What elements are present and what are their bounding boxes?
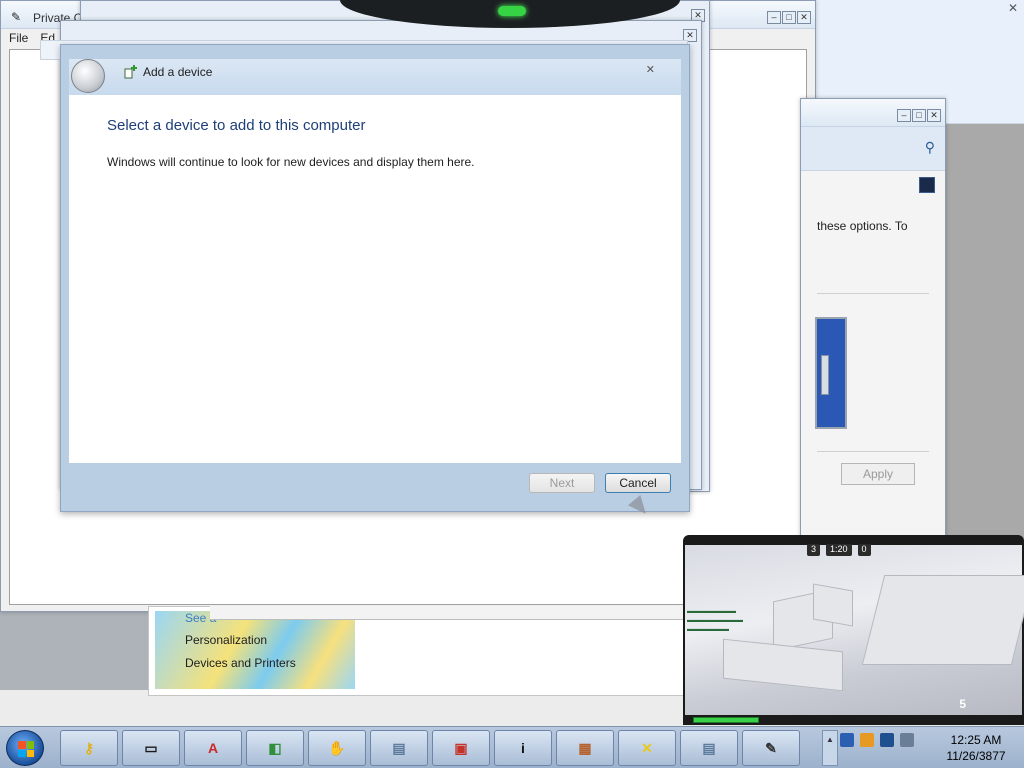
wizard-title: Add a device: [143, 65, 213, 79]
x-app-icon: ✕: [641, 740, 653, 756]
scene-block: [813, 583, 853, 627]
system-tray: [840, 733, 914, 747]
devices-and-printers-link[interactable]: Devices and Printers: [185, 656, 296, 670]
back-button[interactable]: [71, 59, 105, 93]
ammo-count: 5: [959, 697, 966, 711]
health-bar: [693, 717, 759, 723]
close-button[interactable]: ✕: [797, 11, 811, 24]
options-text: these options. To: [817, 219, 908, 233]
hud-score: 3: [807, 544, 821, 556]
screen-preview: [815, 317, 847, 429]
close-icon[interactable]: ✕: [646, 63, 655, 76]
wizard-footer: Next Cancel: [69, 463, 681, 503]
hand-icon: ✋: [328, 740, 346, 756]
hud-timer: 1:20: [826, 544, 852, 556]
clock-date: 11/26/3877: [946, 749, 1006, 763]
scene-block: [861, 575, 1024, 665]
monitor-tray-icon[interactable]: [880, 733, 894, 747]
start-button[interactable]: [6, 730, 44, 766]
taskbar-button[interactable]: ▤: [370, 730, 428, 766]
document-icon-2: ▤: [702, 740, 716, 756]
clock-time: 12:25 AM: [950, 733, 1002, 747]
status-led: [498, 6, 526, 16]
taskbar-button[interactable]: ▦: [556, 730, 614, 766]
close-icon[interactable]: ✕: [1006, 2, 1020, 16]
personalization-link[interactable]: Personalization: [185, 633, 267, 647]
divider: [817, 293, 929, 294]
help-icon[interactable]: [919, 177, 935, 193]
cancel-button[interactable]: Cancel: [605, 473, 671, 493]
bricks-globe-icon: ▦: [578, 740, 592, 756]
taskbar: ⚷ ▭ A ◧ ✋ ▤ ▣ i ▦ ✕ ▤ ✎ ▲ 12:25 AM 11/26/3877: [0, 726, 1024, 768]
taskbar-button[interactable]: ✕: [618, 730, 676, 766]
taskbar-button[interactable]: ▭: [122, 730, 180, 766]
game-hud: 3 1:20 0: [807, 544, 871, 556]
maximize-button[interactable]: □: [912, 109, 926, 122]
toolbox-icon: ▣: [454, 740, 468, 756]
tray-app-icon[interactable]: [860, 733, 874, 747]
control-panel-title-bar[interactable]: – □ ✕: [801, 99, 945, 127]
paint-app-icon: ✎: [11, 10, 22, 24]
taskbar-button[interactable]: ▤: [680, 730, 738, 766]
apply-button[interactable]: Apply: [841, 463, 915, 485]
paint-icon: ◧: [268, 740, 282, 756]
wizard-description: Windows will continue to look for new de…: [107, 155, 475, 169]
monitor-icon: ▭: [144, 740, 158, 756]
taskbar-button[interactable]: ✋: [308, 730, 366, 766]
desktop-background: [944, 124, 1024, 544]
document-icon: ▤: [392, 740, 406, 756]
close-button[interactable]: ✕: [927, 109, 941, 122]
taskbar-button[interactable]: ✎: [742, 730, 800, 766]
taskbar-button[interactable]: ◧: [246, 730, 304, 766]
hud-score-2: 0: [857, 544, 871, 556]
window-edge: [210, 606, 690, 620]
windows-logo-icon: [18, 741, 34, 757]
info-icon: i: [521, 740, 525, 756]
desktop-background-left: [0, 610, 150, 690]
font-icon: A: [207, 740, 219, 756]
divider: [817, 451, 929, 452]
clock[interactable]: 12:25 AM 11/26/3877: [936, 732, 1016, 764]
volume-icon[interactable]: [900, 733, 914, 747]
wizard-body: Select a device to add to this computer …: [69, 95, 681, 463]
pen-icon: ✎: [765, 740, 777, 756]
taskbar-button[interactable]: ▣: [432, 730, 490, 766]
minimize-button[interactable]: –: [767, 11, 781, 24]
add-device-wizard: Add a device ✕ Select a device to add to…: [60, 44, 690, 512]
search-icon[interactable]: ⚲: [925, 139, 935, 156]
maximize-button[interactable]: □: [782, 11, 796, 24]
control-panel-window: – □ ✕ ⚲ these options. To Apply: [800, 98, 946, 548]
taskbar-button[interactable]: ⚷: [60, 730, 118, 766]
kill-feed: ▬▬▬▬▬▬▬ ▬▬▬▬▬▬▬▬ ▬▬▬▬▬▬: [687, 608, 743, 633]
show-hidden-icons-button[interactable]: ▲: [822, 730, 838, 766]
address-bar: ⚲: [801, 127, 945, 171]
game-overlay[interactable]: 3 1:20 0 ▬▬▬▬▬▬▬ ▬▬▬▬▬▬▬▬ ▬▬▬▬▬▬ 5: [683, 535, 1024, 725]
network-icon[interactable]: [840, 733, 854, 747]
wizard-header: Add a device ✕: [69, 59, 681, 95]
key-icon: ⚷: [83, 740, 95, 756]
preview-window: [821, 355, 829, 395]
next-button[interactable]: Next: [529, 473, 595, 493]
wizard-heading: Select a device to add to this computer: [107, 117, 366, 134]
minimize-button[interactable]: –: [897, 109, 911, 122]
taskbar-button[interactable]: i: [494, 730, 552, 766]
menu-file[interactable]: File: [9, 31, 28, 45]
add-device-icon: [124, 65, 137, 79]
taskbar-button[interactable]: A: [184, 730, 242, 766]
